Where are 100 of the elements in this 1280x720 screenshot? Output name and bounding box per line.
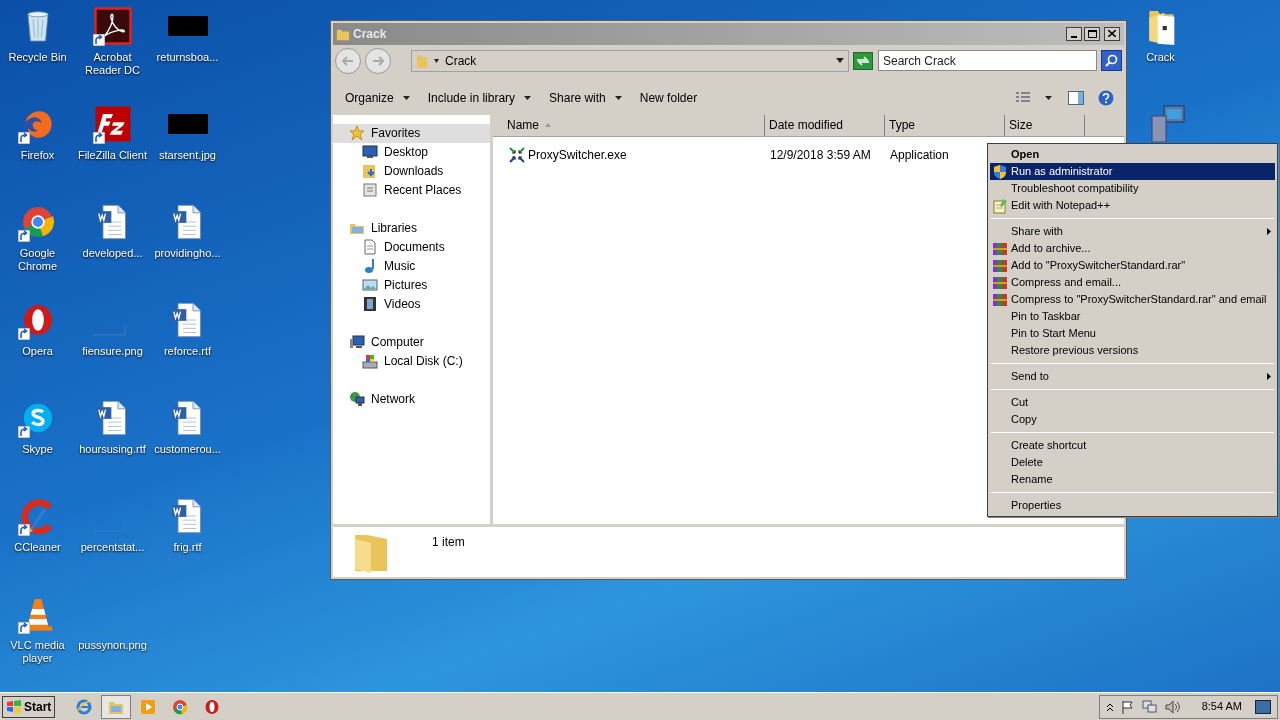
- navigation-item[interactable]: Pictures: [333, 275, 490, 295]
- navigation-item[interactable]: Computer: [333, 332, 490, 352]
- icon-label[interactable]: hoursusing.rtf: [75, 443, 150, 456]
- icon-label[interactable]: developed...: [75, 247, 150, 260]
- menu-item[interactable]: Compress to "ProxySwitcherStandard.rar" and email: [990, 291, 1275, 308]
- installer-icon: [1148, 104, 1188, 142]
- toolbar-button[interactable]: Share with: [543, 86, 628, 109]
- menu-item[interactable]: Share with: [990, 223, 1275, 240]
- show-hidden-icons-icon[interactable]: [1105, 701, 1114, 712]
- computer-icon: [349, 334, 365, 350]
- icon-label[interactable]: customerou...: [150, 443, 225, 456]
- minimize-icon: [1071, 35, 1077, 38]
- hard-disk-icon: [362, 353, 378, 369]
- search-field[interactable]: Search Crack: [878, 50, 1097, 72]
- icon-label[interactable]: Crack: [1123, 51, 1198, 64]
- show-desktop-button[interactable]: [1255, 699, 1271, 714]
- menu-item[interactable]: Add to "ProxySwitcherStandard.rar": [990, 257, 1275, 274]
- menu-item[interactable]: Add to archive...: [990, 240, 1275, 257]
- navigation-item[interactable]: Network: [333, 389, 490, 409]
- shield-icon: [992, 163, 1008, 180]
- icon-label[interactable]: CCleaner: [0, 541, 75, 554]
- navigation-item[interactable]: Music: [333, 256, 490, 276]
- icon-label[interactable]: Skype: [0, 443, 75, 456]
- search-icon: [1105, 54, 1118, 68]
- close-button[interactable]: [1104, 26, 1120, 41]
- column-header[interactable]: Name: [493, 114, 765, 136]
- menu-item[interactable]: Open: [990, 146, 1275, 163]
- minimize-button[interactable]: [1066, 26, 1082, 41]
- column-header[interactable]: Date modified: [765, 114, 885, 136]
- menu-item[interactable]: Delete: [990, 454, 1275, 471]
- navigation-item[interactable]: Downloads: [333, 161, 490, 181]
- icon-label[interactable]: Acrobat Reader DC: [75, 51, 150, 77]
- column-header[interactable]: Size: [1005, 114, 1085, 136]
- search-button[interactable]: [1101, 50, 1122, 72]
- table-cell-text: 12/9/2018 3:59 AM: [769, 146, 872, 164]
- icon-label[interactable]: fiensure.png: [75, 345, 150, 358]
- icon-label[interactable]: returnsboa...: [150, 51, 225, 64]
- icon-label[interactable]: Opera: [0, 345, 75, 358]
- menu-item[interactable]: Pin to Taskbar: [990, 308, 1275, 325]
- picture-icon: [362, 277, 378, 293]
- back-arrow-icon: [342, 55, 354, 66]
- toolbar-button[interactable]: Include in library: [421, 86, 538, 109]
- menu-item[interactable]: Send to: [990, 368, 1275, 385]
- maximize-icon: [1087, 29, 1097, 38]
- icon-label[interactable]: frig.rtf: [150, 541, 225, 554]
- toolbar-button[interactable]: New folder: [633, 86, 704, 109]
- network-globe-icon: [349, 391, 365, 407]
- file-name[interactable]: ProxySwitcher.exe: [528, 145, 627, 164]
- icon-label[interactable]: Recycle Bin: [0, 51, 75, 64]
- menu-item[interactable]: Edit with Notepad++: [990, 197, 1275, 214]
- arrows-app-icon: [509, 146, 525, 163]
- menu-item[interactable]: Run as administrator: [990, 163, 1275, 180]
- navigation-item[interactable]: Local Disk (C:): [333, 351, 490, 371]
- icon-label[interactable]: providingho...: [150, 247, 225, 260]
- taskbar-button[interactable]: [101, 694, 132, 719]
- navigation-item[interactable]: Libraries: [333, 218, 490, 238]
- icon-label[interactable]: Google Chrome: [0, 247, 75, 273]
- archive-books-icon: [992, 291, 1008, 308]
- menu-item[interactable]: Restore previous versions: [990, 342, 1275, 359]
- menu-item[interactable]: Copy: [990, 411, 1275, 428]
- breadcrumb-item[interactable]: Crack: [445, 51, 830, 70]
- menu-item[interactable]: Properties: [990, 497, 1275, 514]
- navigation-item[interactable]: Documents: [333, 237, 490, 257]
- menu-item[interactable]: Cut: [990, 394, 1275, 411]
- caret-icon: [1045, 95, 1052, 100]
- navigation-item[interactable]: Favorites: [333, 123, 490, 143]
- refresh-button[interactable]: [853, 51, 873, 70]
- navigation-item[interactable]: Videos: [333, 294, 490, 314]
- icon-label[interactable]: starsent.jpg: [150, 149, 225, 162]
- icon-label[interactable]: Firefox: [0, 149, 75, 162]
- toolbar-button[interactable]: Organize: [339, 86, 416, 109]
- image-thumbnail: [167, 16, 208, 36]
- windows-logo-icon: [6, 699, 22, 714]
- menu-item[interactable]: Compress and email...: [990, 274, 1275, 291]
- download-folder-icon: [362, 163, 378, 179]
- address-bar[interactable]: Crack: [411, 49, 849, 72]
- speaker-icon[interactable]: [1164, 699, 1181, 714]
- navigation-item[interactable]: Recent Places: [333, 180, 490, 200]
- close-icon: [1108, 30, 1116, 38]
- breadcrumb-caret-icon: [434, 58, 439, 63]
- column-header[interactable]: Type: [885, 114, 1005, 136]
- network-icon[interactable]: [1141, 699, 1158, 714]
- menu-item[interactable]: Rename: [990, 471, 1275, 488]
- icon-label[interactable]: reforce.rtf: [150, 345, 225, 358]
- document-icon: [362, 239, 378, 255]
- icon-label[interactable]: VLC media player: [0, 639, 75, 665]
- icon-label[interactable]: percentstat...: [75, 541, 150, 554]
- preview-pane-icon: [1068, 90, 1084, 105]
- film-strip-icon: [362, 296, 378, 312]
- menu-item[interactable]: Create shortcut: [990, 437, 1275, 454]
- clock[interactable]: 8:54 AM: [1201, 698, 1242, 715]
- menu-item[interactable]: Pin to Start Menu: [990, 325, 1275, 342]
- maximize-button[interactable]: [1084, 26, 1100, 41]
- icon-label[interactable]: pussynon.png: [75, 639, 150, 652]
- notepad-icon: [992, 197, 1008, 214]
- flag-icon[interactable]: [1120, 699, 1135, 714]
- menu-item[interactable]: Troubleshoot compatibility: [990, 180, 1275, 197]
- icon-label[interactable]: FileZilla Client: [75, 149, 150, 162]
- navigation-item[interactable]: Desktop: [333, 142, 490, 162]
- start-button[interactable]: Start: [2, 695, 56, 718]
